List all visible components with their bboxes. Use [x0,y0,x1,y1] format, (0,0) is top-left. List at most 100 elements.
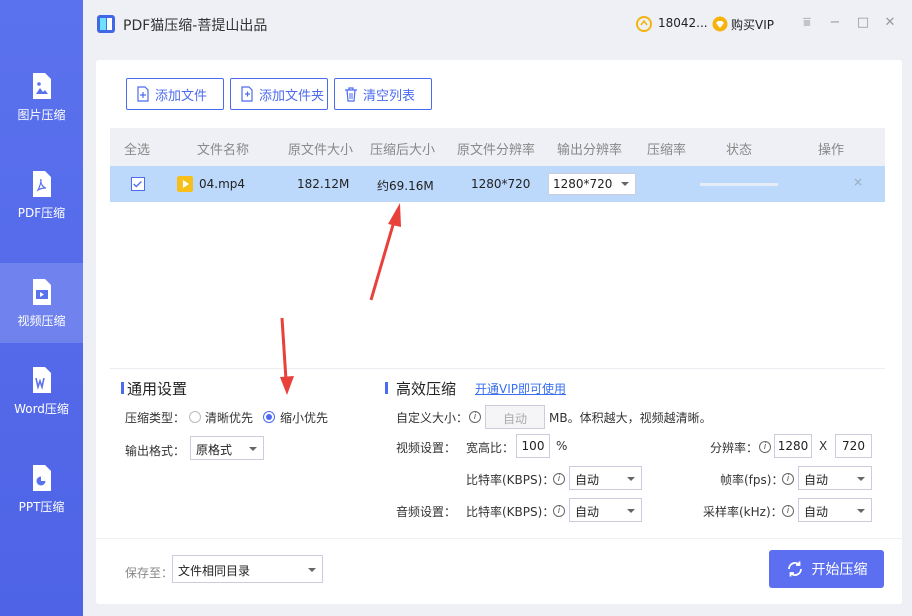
save-location-select[interactable]: 文件相同目录 [172,555,323,583]
maximize-icon[interactable]: □ [855,15,871,31]
general-settings-title: 通用设置 [127,380,188,398]
select-all-header[interactable]: 全选 [124,139,150,158]
info-icon[interactable]: i [469,411,481,423]
efficient-compression-title: 高效压缩 [396,380,457,398]
output-resolution-select[interactable]: 1280*720 [548,173,636,195]
audio-settings-label: 音频设置： [396,505,457,519]
sidebar-item-pdf[interactable]: PDF压缩 [0,155,83,235]
image-file-icon [32,72,51,99]
chevron-down-icon [308,568,316,572]
fps-label: 帧率(fps)： [720,473,784,487]
open-vip-link[interactable]: 开通VIP即可使用 [475,380,566,397]
close-icon[interactable]: ✕ [882,15,898,31]
coin-icon [636,16,652,32]
ppt-file-icon [32,464,51,491]
add-folder-label: 添加文件夹 [259,88,325,104]
check-icon [133,180,142,188]
title-bar: PDF猫压缩-菩提山出品 18042... 购买VIP ⩸ − □ ✕ [83,0,912,48]
chevron-down-icon [249,447,257,451]
sidebar-item-label: PPT压缩 [18,499,65,514]
vip-diamond-icon[interactable] [712,16,728,32]
menu-icon[interactable]: ⩸ [799,15,815,31]
main-panel: 添加文件 添加文件夹 清空列表 全选 文件名称 原文件大小 压缩后大小 原文件分… [96,60,902,604]
info-icon[interactable]: i [782,473,794,485]
header-compressed-size: 压缩后大小 [370,143,436,158]
file-name: 04.mp4 [199,177,246,191]
resolution-height-value: 720 [842,439,865,453]
sidebar: 图片压缩 PDF压缩 视频压缩 Word压缩 PPT压缩 [0,0,83,616]
sidebar-item-ppt[interactable]: PPT压缩 [0,449,83,529]
aspect-ratio-unit: % [556,439,568,453]
aspect-ratio-input[interactable]: 100 [516,434,550,458]
clarity-first-label[interactable]: 清晰优先 [205,409,253,426]
header-original-resolution: 原文件分辨率 [457,143,536,158]
video-play-icon [177,176,193,192]
info-icon[interactable]: i [553,473,565,485]
clear-list-button[interactable]: 清空列表 [334,78,432,110]
chevron-down-icon [857,477,865,481]
save-to-label: 保存至： [125,566,174,580]
coin-balance: 18042... [658,16,708,30]
sidebar-item-word[interactable]: Word压缩 [0,351,83,431]
audio-bitrate-select[interactable]: 自动 [569,498,642,522]
video-bitrate-select[interactable]: 自动 [569,466,642,490]
custom-size-label: 自定义大小： [396,411,469,425]
header-actions: 操作 [818,143,845,158]
resolution-label: 分辨率： [710,441,759,455]
header-status: 状态 [726,143,753,158]
add-file-label: 添加文件 [155,88,208,104]
compression-type-label: 压缩类型： [125,411,186,425]
add-folder-button[interactable]: 添加文件夹 [230,78,328,110]
divider [110,368,885,369]
sidebar-item-image[interactable]: 图片压缩 [0,57,83,137]
app-title: PDF猫压缩-菩提山出品 [123,18,268,34]
delete-row-icon[interactable]: × [853,175,863,189]
resolution-width-input[interactable]: 1280 [774,434,812,458]
add-folder-icon [241,86,253,102]
output-format-select[interactable]: 原格式 [190,436,264,460]
clear-list-label: 清空列表 [363,88,416,104]
info-icon[interactable]: i [553,505,565,517]
resolution-width-value: 1280 [777,439,809,453]
start-compress-label: 开始压缩 [811,562,868,578]
sidebar-item-label: Word压缩 [14,401,69,416]
header-output-resolution: 输出分辨率 [557,143,623,158]
sidebar-item-label: 视频压缩 [17,313,66,328]
sample-rate-select[interactable]: 自动 [798,498,872,522]
custom-size-hint: MB。体积越大，视频越清晰。 [549,411,712,425]
size-first-label[interactable]: 缩小优先 [280,409,328,426]
output-format-label: 输出格式： [125,444,186,458]
compressed-size: 约69.16M [377,179,434,193]
output-resolution-value: 1280*720 [553,177,613,191]
divider [96,538,902,539]
sidebar-item-video[interactable]: 视频压缩 [0,263,83,343]
word-file-icon [32,366,51,393]
resolution-height-input[interactable]: 720 [835,434,872,458]
trash-icon [345,87,357,102]
audio-bitrate-value: 自动 [575,505,600,519]
info-icon[interactable]: i [759,441,771,453]
radio-clarity-first[interactable] [189,411,201,423]
sample-rate-value: 自动 [804,505,829,519]
output-format-value: 原格式 [196,443,233,457]
start-compress-button[interactable]: 开始压缩 [769,550,884,588]
fps-select[interactable]: 自动 [798,466,872,490]
row-checkbox[interactable] [131,177,145,191]
original-resolution: 1280*720 [471,177,531,191]
aspect-ratio-value: 100 [521,439,545,453]
add-file-icon [137,86,149,102]
video-bitrate-label: 比特率(KBPS)： [466,473,555,487]
sidebar-item-label: PDF压缩 [17,205,66,220]
add-file-button[interactable]: 添加文件 [126,78,224,110]
resolution-x: X [819,439,828,453]
custom-size-input[interactable]: 自动 [485,405,545,429]
info-icon[interactable]: i [782,505,794,517]
radio-size-first[interactable] [263,411,275,423]
table-row[interactable]: 04.mp4 182.12M 约69.16M 1280*720 1280*720… [110,166,885,202]
buy-vip-link[interactable]: 购买VIP [731,16,774,33]
chevron-down-icon [857,509,865,513]
header-file-name: 文件名称 [197,143,250,158]
app-logo-icon [97,15,115,33]
minimize-icon[interactable]: − [827,15,843,31]
aspect-ratio-label: 宽高比： [466,441,515,455]
